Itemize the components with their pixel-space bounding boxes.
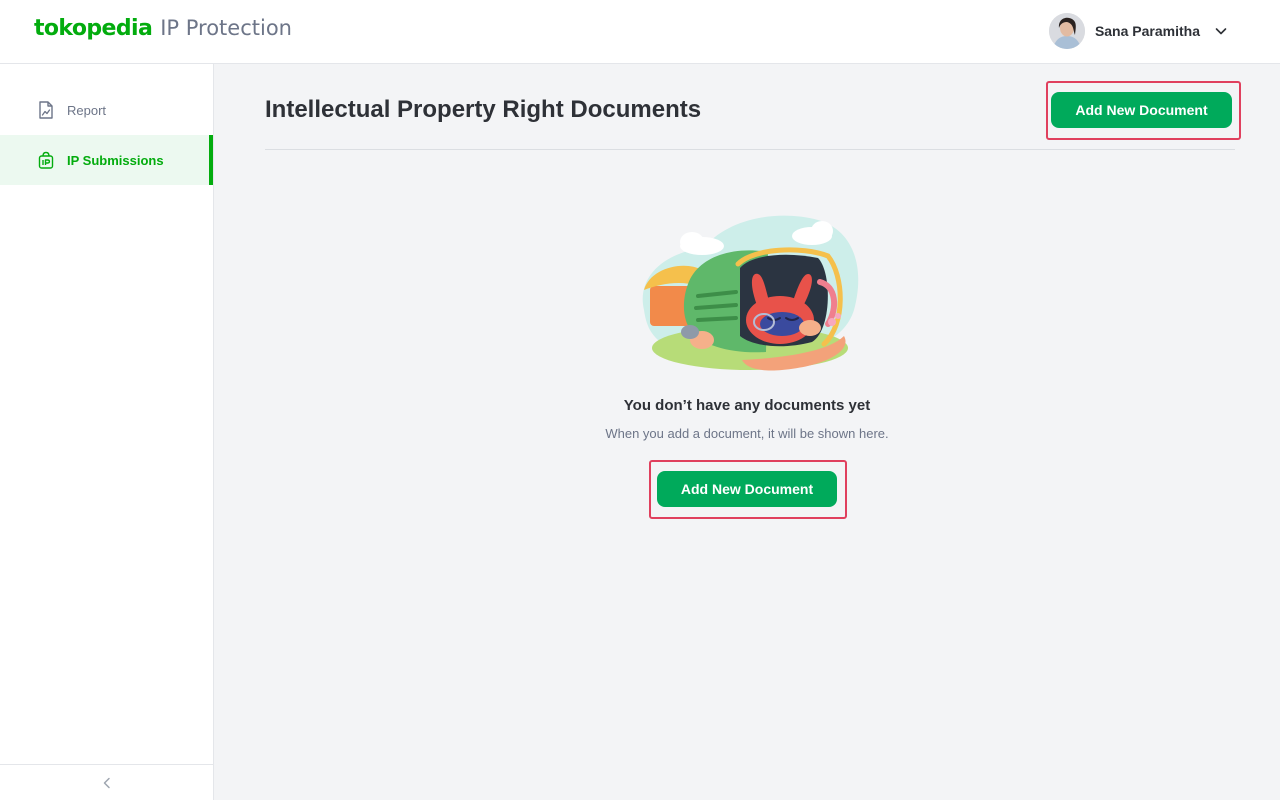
empty-state-illustration: [642, 215, 859, 371]
empty-state-title: You don’t have any documents yet: [623, 397, 871, 414]
divider: [265, 149, 1235, 150]
user-menu[interactable]: Sana Paramitha: [1048, 13, 1228, 49]
empty-state-subtitle: When you add a document, it will be show…: [605, 426, 889, 441]
top-bar: tokopedia IP Protection Sana Paramitha: [0, 0, 1280, 64]
brand-logo[interactable]: tokopedia: [34, 16, 153, 41]
add-new-document-button-empty-state[interactable]: Add New Document: [657, 471, 837, 507]
sidebar-item-label: Report: [67, 102, 107, 118]
document-chart-icon: [39, 101, 53, 119]
add-new-document-button[interactable]: Add New Document: [1051, 92, 1232, 128]
brand-product-name: IP Protection: [160, 16, 292, 40]
page-title: Intellectual Property Right Documents: [265, 96, 702, 123]
ip-bag-icon: [38, 151, 54, 169]
sidebar-item-label: IP Submissions: [67, 152, 164, 168]
user-name: Sana Paramitha: [1094, 23, 1200, 39]
sidebar-item-report[interactable]: Report: [0, 85, 213, 135]
brand[interactable]: tokopedia IP Protection: [34, 16, 292, 41]
chevron-down-icon[interactable]: [1214, 24, 1228, 38]
sidebar-item-ip-submissions[interactable]: IP Submissions: [0, 135, 213, 185]
chevron-left-icon: [103, 777, 110, 788]
avatar[interactable]: [1048, 13, 1085, 49]
sidebar: Report IP Submissions: [0, 64, 214, 800]
main-content: Intellectual Property Right Documents Ad…: [214, 64, 1280, 800]
sidebar-collapse-button[interactable]: [0, 764, 214, 800]
